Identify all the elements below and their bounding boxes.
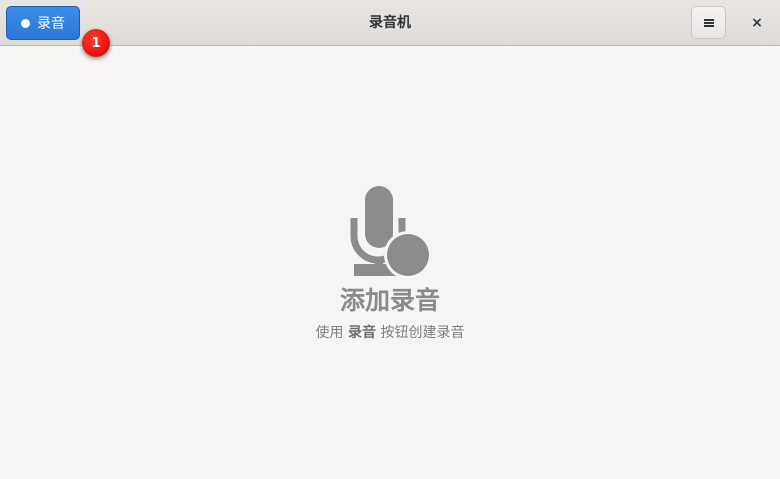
- header-bar: 录音 录音机 ×: [0, 0, 780, 46]
- desc-suffix: 按钮创建录音: [376, 325, 465, 341]
- record-button[interactable]: 录音: [6, 6, 80, 40]
- empty-state-description: 使用 录音 按钮创建录音: [0, 324, 780, 342]
- close-icon: ×: [751, 15, 763, 31]
- close-button[interactable]: ×: [742, 8, 772, 38]
- menu-button[interactable]: [691, 6, 726, 39]
- step-badge: 1: [82, 29, 110, 57]
- record-dot-icon: [21, 18, 30, 28]
- window-title: 录音机: [369, 15, 411, 31]
- empty-state-title: 添加录音: [339, 286, 440, 315]
- hamburger-menu-icon: [703, 18, 714, 27]
- microphone-record-icon: [350, 186, 430, 278]
- voice-recorder-window: 录音 录音机 × 1 添加录音 使用 录音 按钮创建录音: [0, 0, 780, 479]
- empty-state: 添加录音 使用 录音 按钮创建录音: [0, 186, 780, 342]
- desc-bold-record: 录音: [348, 325, 376, 341]
- desc-prefix: 使用: [315, 325, 348, 341]
- record-button-label: 录音: [37, 16, 65, 32]
